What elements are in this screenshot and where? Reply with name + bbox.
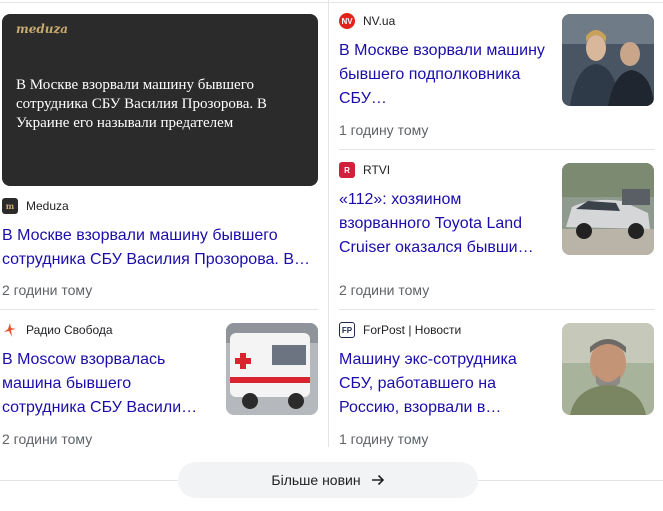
source-row: Радио Свобода — [2, 322, 212, 338]
source-row: FP ForPost | Новости — [339, 322, 549, 338]
column-divider — [328, 0, 329, 447]
hero-headline: В Москве взорвали машину бывшего сотрудн… — [16, 77, 267, 131]
source-row: m Meduza — [2, 198, 318, 214]
source-name: ForPost | Новости — [363, 323, 462, 337]
news-card-rtvi[interactable]: R RTVI «112»: хозяином взорванного Toyot… — [339, 162, 549, 260]
news-card-svoboda[interactable]: Радио Свобода В Moscow взорвалась машина… — [2, 322, 212, 420]
news-card-forpost[interactable]: FP ForPost | Новости Машину экс-сотрудни… — [339, 322, 549, 420]
source-row: NV NV.ua — [339, 13, 549, 29]
headline-link[interactable]: В Москве взорвали машину бывшего сотрудн… — [2, 224, 318, 272]
row-divider-right-1 — [339, 149, 655, 150]
source-name: RTVI — [363, 163, 391, 177]
arrow-right-icon — [371, 474, 384, 486]
nv-icon: NV — [339, 13, 355, 29]
source-row: R RTVI — [339, 162, 549, 178]
source-name: Meduza — [26, 199, 69, 213]
car-wreck-thumbnail[interactable] — [562, 163, 654, 255]
headline-link[interactable]: Машину экс-сотрудника СБУ, работавшего н… — [339, 348, 549, 420]
source-name: Радио Свобода — [26, 323, 113, 337]
hero-image: meduza В Москве взорвали машину бывшего … — [2, 14, 318, 186]
portrait-thumbnail[interactable] — [562, 323, 654, 415]
source-name: NV.ua — [363, 14, 396, 28]
forpost-icon: FP — [339, 322, 355, 338]
meduza-icon: m — [2, 198, 18, 214]
more-news-button[interactable]: Більше новин — [178, 462, 478, 498]
more-news-label: Більше новин — [271, 472, 361, 488]
top-divider — [0, 2, 663, 3]
time-stamp: 1 годину тому — [339, 431, 429, 447]
time-stamp: 2 години тому — [2, 282, 93, 298]
meduza-logo: meduza — [16, 22, 69, 36]
headline-link[interactable]: В Moscow взорвалась машина бывшего сотру… — [2, 348, 212, 420]
time-stamp: 1 годину тому — [339, 122, 429, 138]
headline-link[interactable]: В Москве взорвали машину бывшего подполк… — [339, 39, 549, 111]
time-stamp: 2 години тому — [339, 282, 430, 298]
time-stamp: 2 години тому — [2, 431, 93, 447]
svoboda-icon — [2, 322, 18, 338]
news-card-meduza[interactable]: meduza В Москве взорвали машину бывшего … — [2, 14, 318, 272]
ambulance-thumbnail[interactable] — [226, 323, 318, 415]
news-card-nv[interactable]: NV NV.ua В Москве взорвали машину бывшег… — [339, 13, 549, 111]
headline-link[interactable]: «112»: хозяином взорванного Toyota Land … — [339, 188, 549, 260]
people-thumbnail[interactable] — [562, 14, 654, 106]
row-divider-right-2 — [339, 309, 655, 310]
rtvi-icon: R — [339, 162, 355, 178]
row-divider-left — [0, 309, 318, 310]
